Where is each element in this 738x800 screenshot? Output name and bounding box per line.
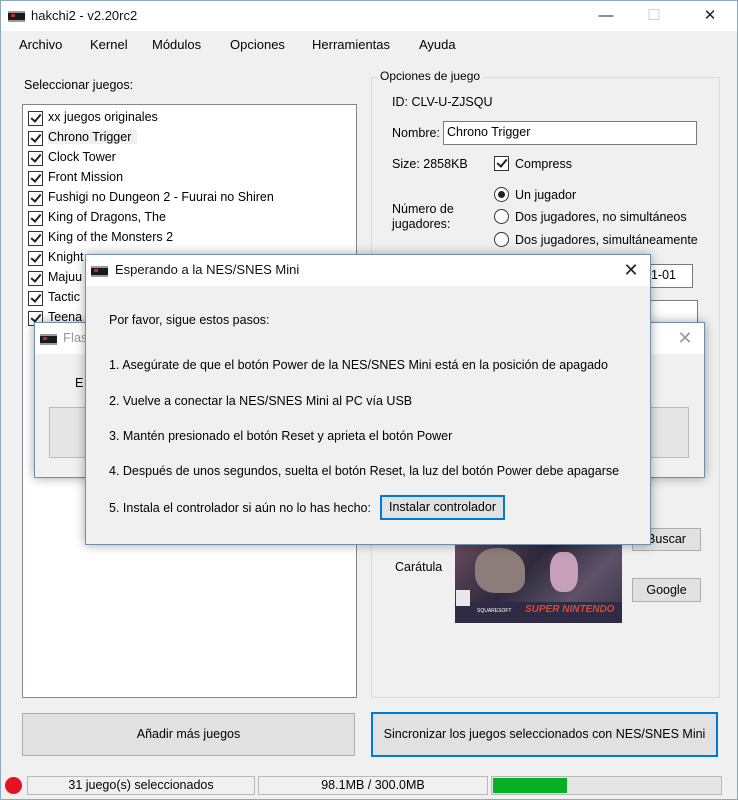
waiting-dialog-title: Esperando a la NES/SNES Mini <box>115 262 300 277</box>
menu-herramientas[interactable]: Herramientas <box>312 37 390 52</box>
radio-two-players-alternate[interactable] <box>494 209 509 224</box>
name-input[interactable]: Chrono Trigger <box>443 121 697 145</box>
checkbox[interactable] <box>28 151 43 166</box>
cover-art-publisher: SQUARESOFT <box>477 608 512 614</box>
storage-progress-fill <box>493 778 567 793</box>
two-players-simultaneous-label: Dos jugadores, simultáneamente <box>515 233 698 247</box>
close-icon[interactable]: ✕ <box>670 323 700 353</box>
menu-bar: Archivo Kernel Módulos Opciones Herramie… <box>1 31 737 58</box>
checkbox[interactable] <box>28 131 43 146</box>
compress-label: Compress <box>515 157 572 171</box>
menu-archivo[interactable]: Archivo <box>19 37 62 52</box>
step-2: 2. Vuelve a conectar la NES/SNES Mini al… <box>109 394 413 408</box>
radio-one-player[interactable] <box>494 187 509 202</box>
game-name: King of the Monsters 2 <box>48 230 174 244</box>
waiting-dialog: Esperando a la NES/SNES Mini ✕ Por favor… <box>85 254 651 545</box>
cover-art-image: SQUARESOFT SUPER NINTENDO <box>455 540 622 623</box>
close-icon[interactable]: ✕ <box>616 255 646 285</box>
close-button[interactable]: ✕ <box>687 1 733 31</box>
checkbox[interactable] <box>28 271 43 286</box>
game-name: Knight <box>48 250 84 264</box>
checkbox[interactable] <box>28 111 43 126</box>
title-bar: hakchi2 - v2.20rc2 — ☐ ✕ <box>1 1 737 31</box>
checkbox[interactable] <box>28 231 43 246</box>
step-4: 4. Después de unos segundos, suelta el b… <box>109 464 620 478</box>
list-item[interactable]: Fushigi no Dungeon 2 - Fuurai no Shiren <box>28 189 348 208</box>
list-item[interactable]: King of the Monsters 2 <box>28 229 348 248</box>
maximize-button[interactable]: ☐ <box>631 1 677 31</box>
radio-two-players-simultaneous[interactable] <box>494 232 509 247</box>
step-1: 1. Asegúrate de que el botón Power de la… <box>109 358 608 372</box>
install-driver-button[interactable]: Instalar controlador <box>380 495 505 520</box>
compress-checkbox[interactable] <box>494 156 509 171</box>
game-options-label: Opciones de juego <box>378 69 483 83</box>
game-name: Fushigi no Dungeon 2 - Fuurai no Shiren <box>48 190 274 204</box>
game-name: King of Dragons, The <box>48 210 166 224</box>
list-item[interactable]: Clock Tower <box>28 149 348 168</box>
cover-label: Carátula <box>395 560 443 574</box>
flash-dialog-text: E <box>75 376 84 390</box>
selected-count: 31 juego(s) seleccionados <box>27 776 255 795</box>
window-title: hakchi2 - v2.20rc2 <box>31 8 138 23</box>
minimize-button[interactable]: — <box>583 1 629 31</box>
game-id: ID: CLV-U-ZJSQU <box>392 95 493 109</box>
game-name: Clock Tower <box>48 150 116 164</box>
add-games-button[interactable]: Añadir más juegos <box>22 713 355 756</box>
games-label: Seleccionar juegos: <box>24 78 134 92</box>
storage-progress-bar <box>491 776 722 795</box>
cover-art-figure <box>550 552 578 592</box>
one-player-label: Un jugador <box>515 188 577 202</box>
menu-ayuda[interactable]: Ayuda <box>419 37 456 52</box>
menu-kernel[interactable]: Kernel <box>90 37 128 52</box>
list-item[interactable]: King of Dragons, The <box>28 209 348 228</box>
game-name: Tactic <box>48 290 80 304</box>
game-size: Size: 2858KB <box>392 157 468 171</box>
sync-button[interactable]: Sincronizar los juegos seleccionados con… <box>371 712 718 757</box>
google-button[interactable]: Google <box>632 578 701 602</box>
checkbox[interactable] <box>28 251 43 266</box>
instructions-intro: Por favor, sigue estos pasos: <box>109 313 270 327</box>
checkbox[interactable] <box>28 171 43 186</box>
list-item[interactable]: Chrono Trigger <box>28 129 348 148</box>
menu-modulos[interactable]: Módulos <box>152 37 201 52</box>
hakchi-app-icon <box>8 11 25 22</box>
game-name: Majuu <box>48 270 83 284</box>
checkbox[interactable] <box>28 291 43 306</box>
list-item[interactable]: xx juegos originales <box>28 109 348 128</box>
cover-art-creature <box>475 548 525 593</box>
name-label: Nombre: <box>392 126 440 140</box>
cover-art-rating <box>456 590 470 606</box>
game-name: Chrono Trigger <box>48 130 138 144</box>
status-indicator-icon <box>5 777 22 794</box>
two-players-alternate-label: Dos jugadores, no simultáneos <box>515 210 687 224</box>
menu-opciones[interactable]: Opciones <box>230 37 285 52</box>
step-5: 5. Instala el controlador si aún no lo h… <box>109 501 371 515</box>
list-item[interactable]: Front Mission <box>28 169 348 188</box>
hakchi-app-icon <box>91 266 108 277</box>
step-3: 3. Mantén presionado el botón Reset y ap… <box>109 429 453 443</box>
checkbox[interactable] <box>28 191 43 206</box>
game-name: Front Mission <box>48 170 124 184</box>
cover-art-platform: SUPER NINTENDO <box>525 604 615 615</box>
hakchi-app-icon <box>40 334 57 345</box>
checkbox[interactable] <box>28 211 43 226</box>
flash-dialog-title: Flas <box>63 330 88 345</box>
players-label: Número de jugadores: <box>392 202 454 231</box>
game-name: xx juegos originales <box>48 110 158 124</box>
waiting-dialog-title-bar: Esperando a la NES/SNES Mini ✕ <box>86 255 650 286</box>
storage-usage: 98.1MB / 300.0MB <box>258 776 488 795</box>
